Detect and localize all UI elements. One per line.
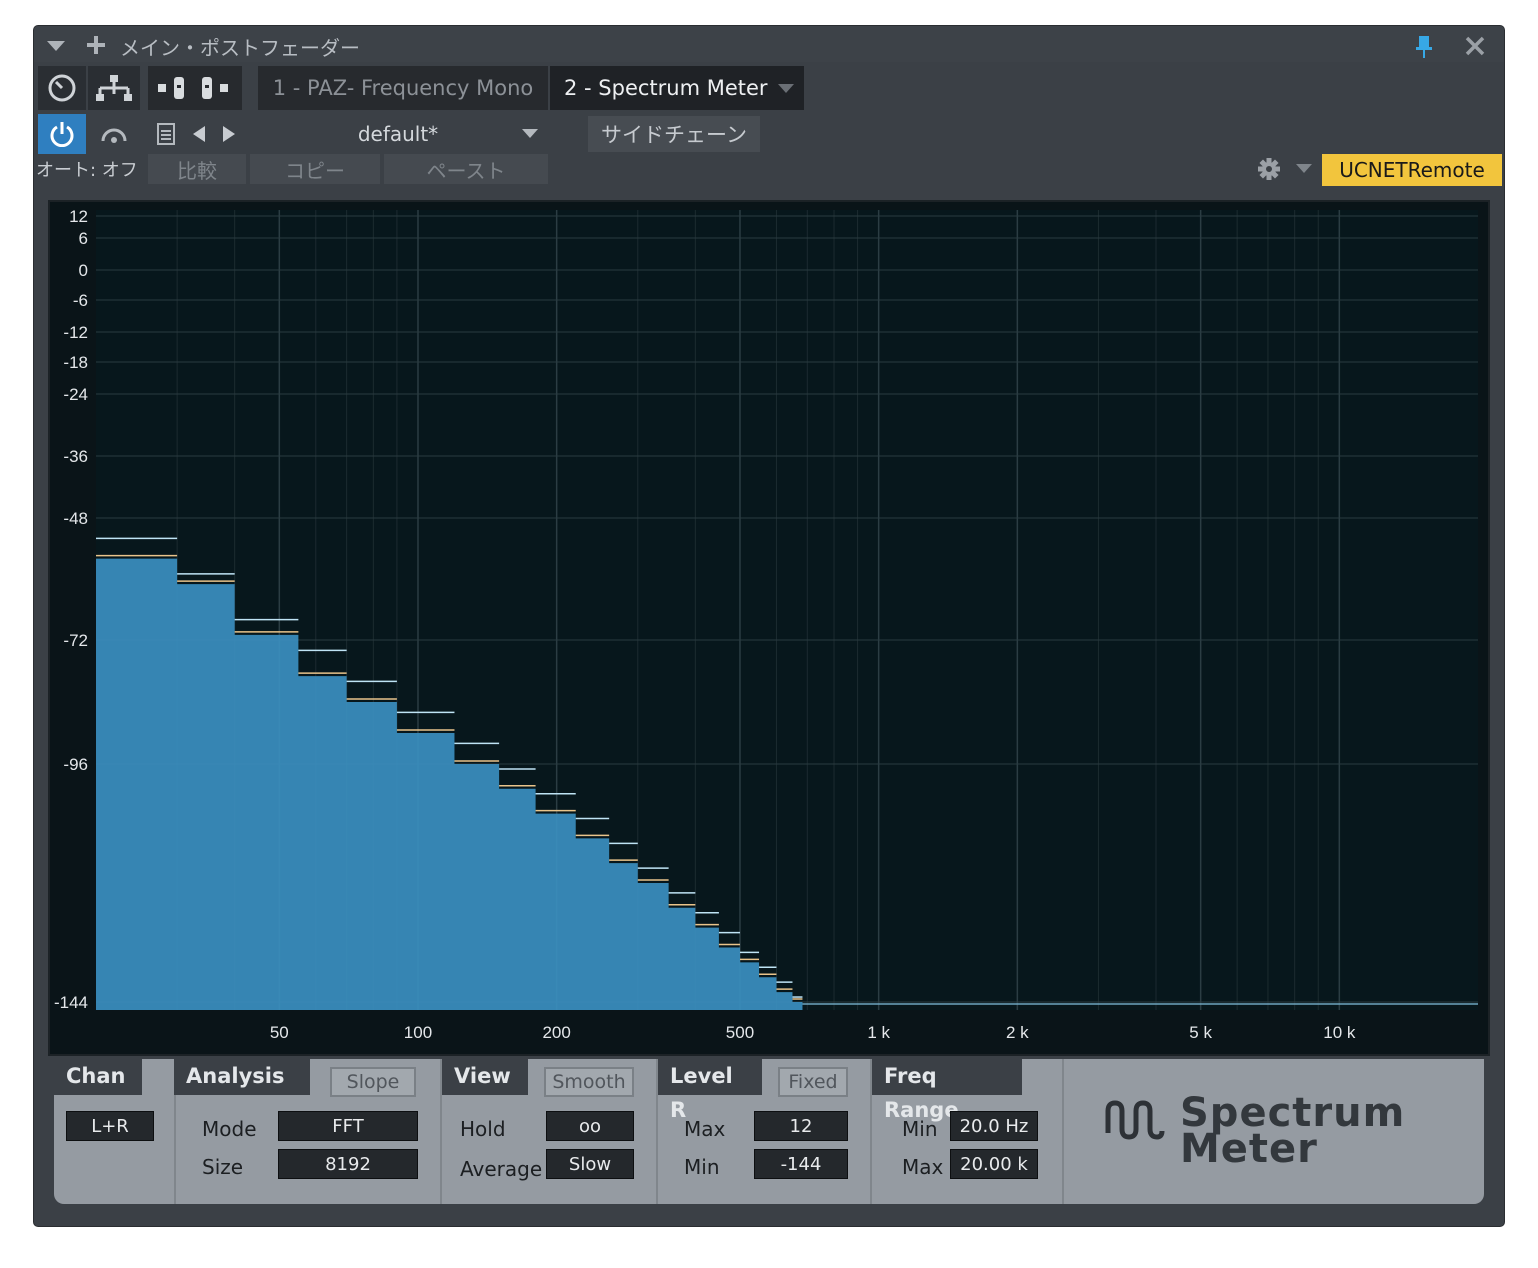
clock-icon xyxy=(48,74,76,102)
y-tick-label: -6 xyxy=(73,291,88,310)
fixed-toggle[interactable]: Fixed xyxy=(778,1067,848,1097)
y-tick-label: 0 xyxy=(79,261,88,280)
hold-select[interactable]: oo xyxy=(546,1111,634,1141)
slope-toggle[interactable]: Slope xyxy=(330,1067,416,1097)
divider xyxy=(1062,1059,1064,1204)
plugin-left-icon[interactable] xyxy=(155,73,195,103)
compare-button[interactable]: 比較 xyxy=(148,154,246,184)
ucnet-remote-badge[interactable]: UCNETRemote xyxy=(1322,154,1502,186)
y-tick-label: -36 xyxy=(63,447,88,466)
next-arrow-icon[interactable] xyxy=(222,125,236,143)
chevron-down-icon[interactable] xyxy=(778,84,794,94)
y-tick-label: -96 xyxy=(63,755,88,774)
freq-range-title: Freq Range xyxy=(872,1059,1022,1122)
logo-text: Spectrum Meter xyxy=(1180,1093,1405,1172)
plugin-right-icon[interactable] xyxy=(195,73,235,103)
routing-icon xyxy=(96,75,132,101)
size-label: Size xyxy=(202,1155,244,1179)
monitor-icon xyxy=(101,128,127,143)
tab-spectrum-meter[interactable]: 2 - Spectrum Meter xyxy=(550,66,804,110)
preset-nav xyxy=(148,114,244,154)
y-tick-label: 12 xyxy=(69,207,88,226)
chevron-down-icon[interactable] xyxy=(1296,164,1312,174)
chan-select[interactable]: L+R xyxy=(66,1111,154,1141)
close-icon[interactable] xyxy=(1464,35,1486,57)
monitor-button[interactable] xyxy=(88,114,140,154)
pin-icon[interactable] xyxy=(1414,34,1434,60)
level-max-field[interactable]: 12 xyxy=(754,1111,848,1141)
average-label: Average xyxy=(460,1157,543,1181)
tab-label: 2 - Spectrum Meter xyxy=(564,76,768,100)
spectrum-graph: 12 6 0 -6 -12 -18 -24 -36 -48 -72 -96 -144 50 100 200 5… xyxy=(48,200,1490,1056)
hold-label: Hold xyxy=(460,1117,506,1141)
x-tick-label: 2 k xyxy=(1006,1023,1029,1042)
x-tick-label: 5 k xyxy=(1189,1023,1212,1042)
preset-list-icon[interactable] xyxy=(156,122,176,146)
presonus-logo-icon xyxy=(1105,1100,1165,1140)
spectrum-plot: 12 6 0 -6 -12 -18 -24 -36 -48 -72 -96 -144 50 100 200 5… xyxy=(54,207,1478,1042)
clock-button[interactable] xyxy=(38,66,86,110)
level-max-label: Max xyxy=(684,1117,726,1141)
y-tick-label: -18 xyxy=(63,353,88,372)
chan-title: Chan xyxy=(54,1059,142,1095)
power-button[interactable] xyxy=(38,114,86,154)
x-tick-label: 1 k xyxy=(867,1023,890,1042)
y-tick-label: -144 xyxy=(54,993,88,1012)
x-tick-label: 50 xyxy=(270,1023,289,1042)
x-tick-label: 10 k xyxy=(1323,1023,1356,1042)
x-tick-label: 500 xyxy=(726,1023,754,1042)
logo-line2: Meter xyxy=(1180,1126,1318,1172)
sidechain-button[interactable]: サイドチェーン xyxy=(588,116,760,152)
plugin-window: メイン・ポストフェーダー 1 - PAZ- Frequency Mono 2 -… xyxy=(34,26,1504,1226)
analysis-title: Analysis xyxy=(174,1059,310,1095)
view-title: View xyxy=(442,1059,528,1095)
control-panel: Chan L+R Analysis Slope Mode FFT Size 81… xyxy=(54,1059,1484,1204)
preset-name: default* xyxy=(357,122,439,146)
freq-min-label: Min xyxy=(902,1117,938,1141)
level-min-field[interactable]: -144 xyxy=(754,1149,848,1179)
mode-select[interactable]: FFT xyxy=(278,1111,418,1141)
plus-icon[interactable] xyxy=(86,35,106,55)
y-tick-label: -72 xyxy=(63,631,88,650)
paste-button[interactable]: ペースト xyxy=(384,154,548,184)
freq-min-field[interactable]: 20.0 Hz xyxy=(950,1111,1038,1141)
smooth-toggle[interactable]: Smooth xyxy=(544,1067,634,1097)
chevron-down-icon[interactable] xyxy=(46,39,66,53)
copy-button[interactable]: コピー xyxy=(250,154,380,184)
y-tick-label: -48 xyxy=(63,509,88,528)
window-title: メイン・ポストフェーダー xyxy=(120,36,360,60)
y-tick-label: -24 xyxy=(63,385,88,404)
routing-button[interactable] xyxy=(88,66,140,110)
paste-label: ペースト xyxy=(426,158,506,183)
title-bar: メイン・ポストフェーダー xyxy=(34,26,1504,62)
freq-max-field[interactable]: 20.00 k xyxy=(950,1149,1038,1179)
average-select[interactable]: Slow xyxy=(546,1149,634,1179)
freq-max-label: Max xyxy=(902,1155,944,1179)
sidechain-label: サイドチェーン xyxy=(601,123,747,147)
gear-icon[interactable] xyxy=(1256,156,1282,182)
copy-label: コピー xyxy=(285,158,345,183)
level-title: Level R xyxy=(658,1059,762,1122)
ucnet-remote-label: UCNETRemote xyxy=(1339,158,1485,182)
preset-selector[interactable]: default* xyxy=(248,114,548,154)
prev-arrow-icon[interactable] xyxy=(192,125,206,143)
auto-status[interactable]: オート: オフ xyxy=(36,156,138,182)
plugin-slot-buttons xyxy=(148,66,242,110)
level-min-label: Min xyxy=(684,1155,720,1179)
x-tick-label: 200 xyxy=(542,1023,570,1042)
power-icon xyxy=(50,122,74,147)
size-select[interactable]: 8192 xyxy=(278,1149,418,1179)
tab-paz-frequency[interactable]: 1 - PAZ- Frequency Mono xyxy=(258,66,548,110)
compare-label: 比較 xyxy=(177,158,217,183)
mode-label: Mode xyxy=(202,1117,257,1141)
x-tick-label: 100 xyxy=(404,1023,432,1042)
y-tick-label: -12 xyxy=(63,323,88,342)
chevron-down-icon xyxy=(522,129,538,138)
y-tick-label: 6 xyxy=(79,229,88,248)
tab-label: 1 - PAZ- Frequency Mono xyxy=(272,76,534,100)
